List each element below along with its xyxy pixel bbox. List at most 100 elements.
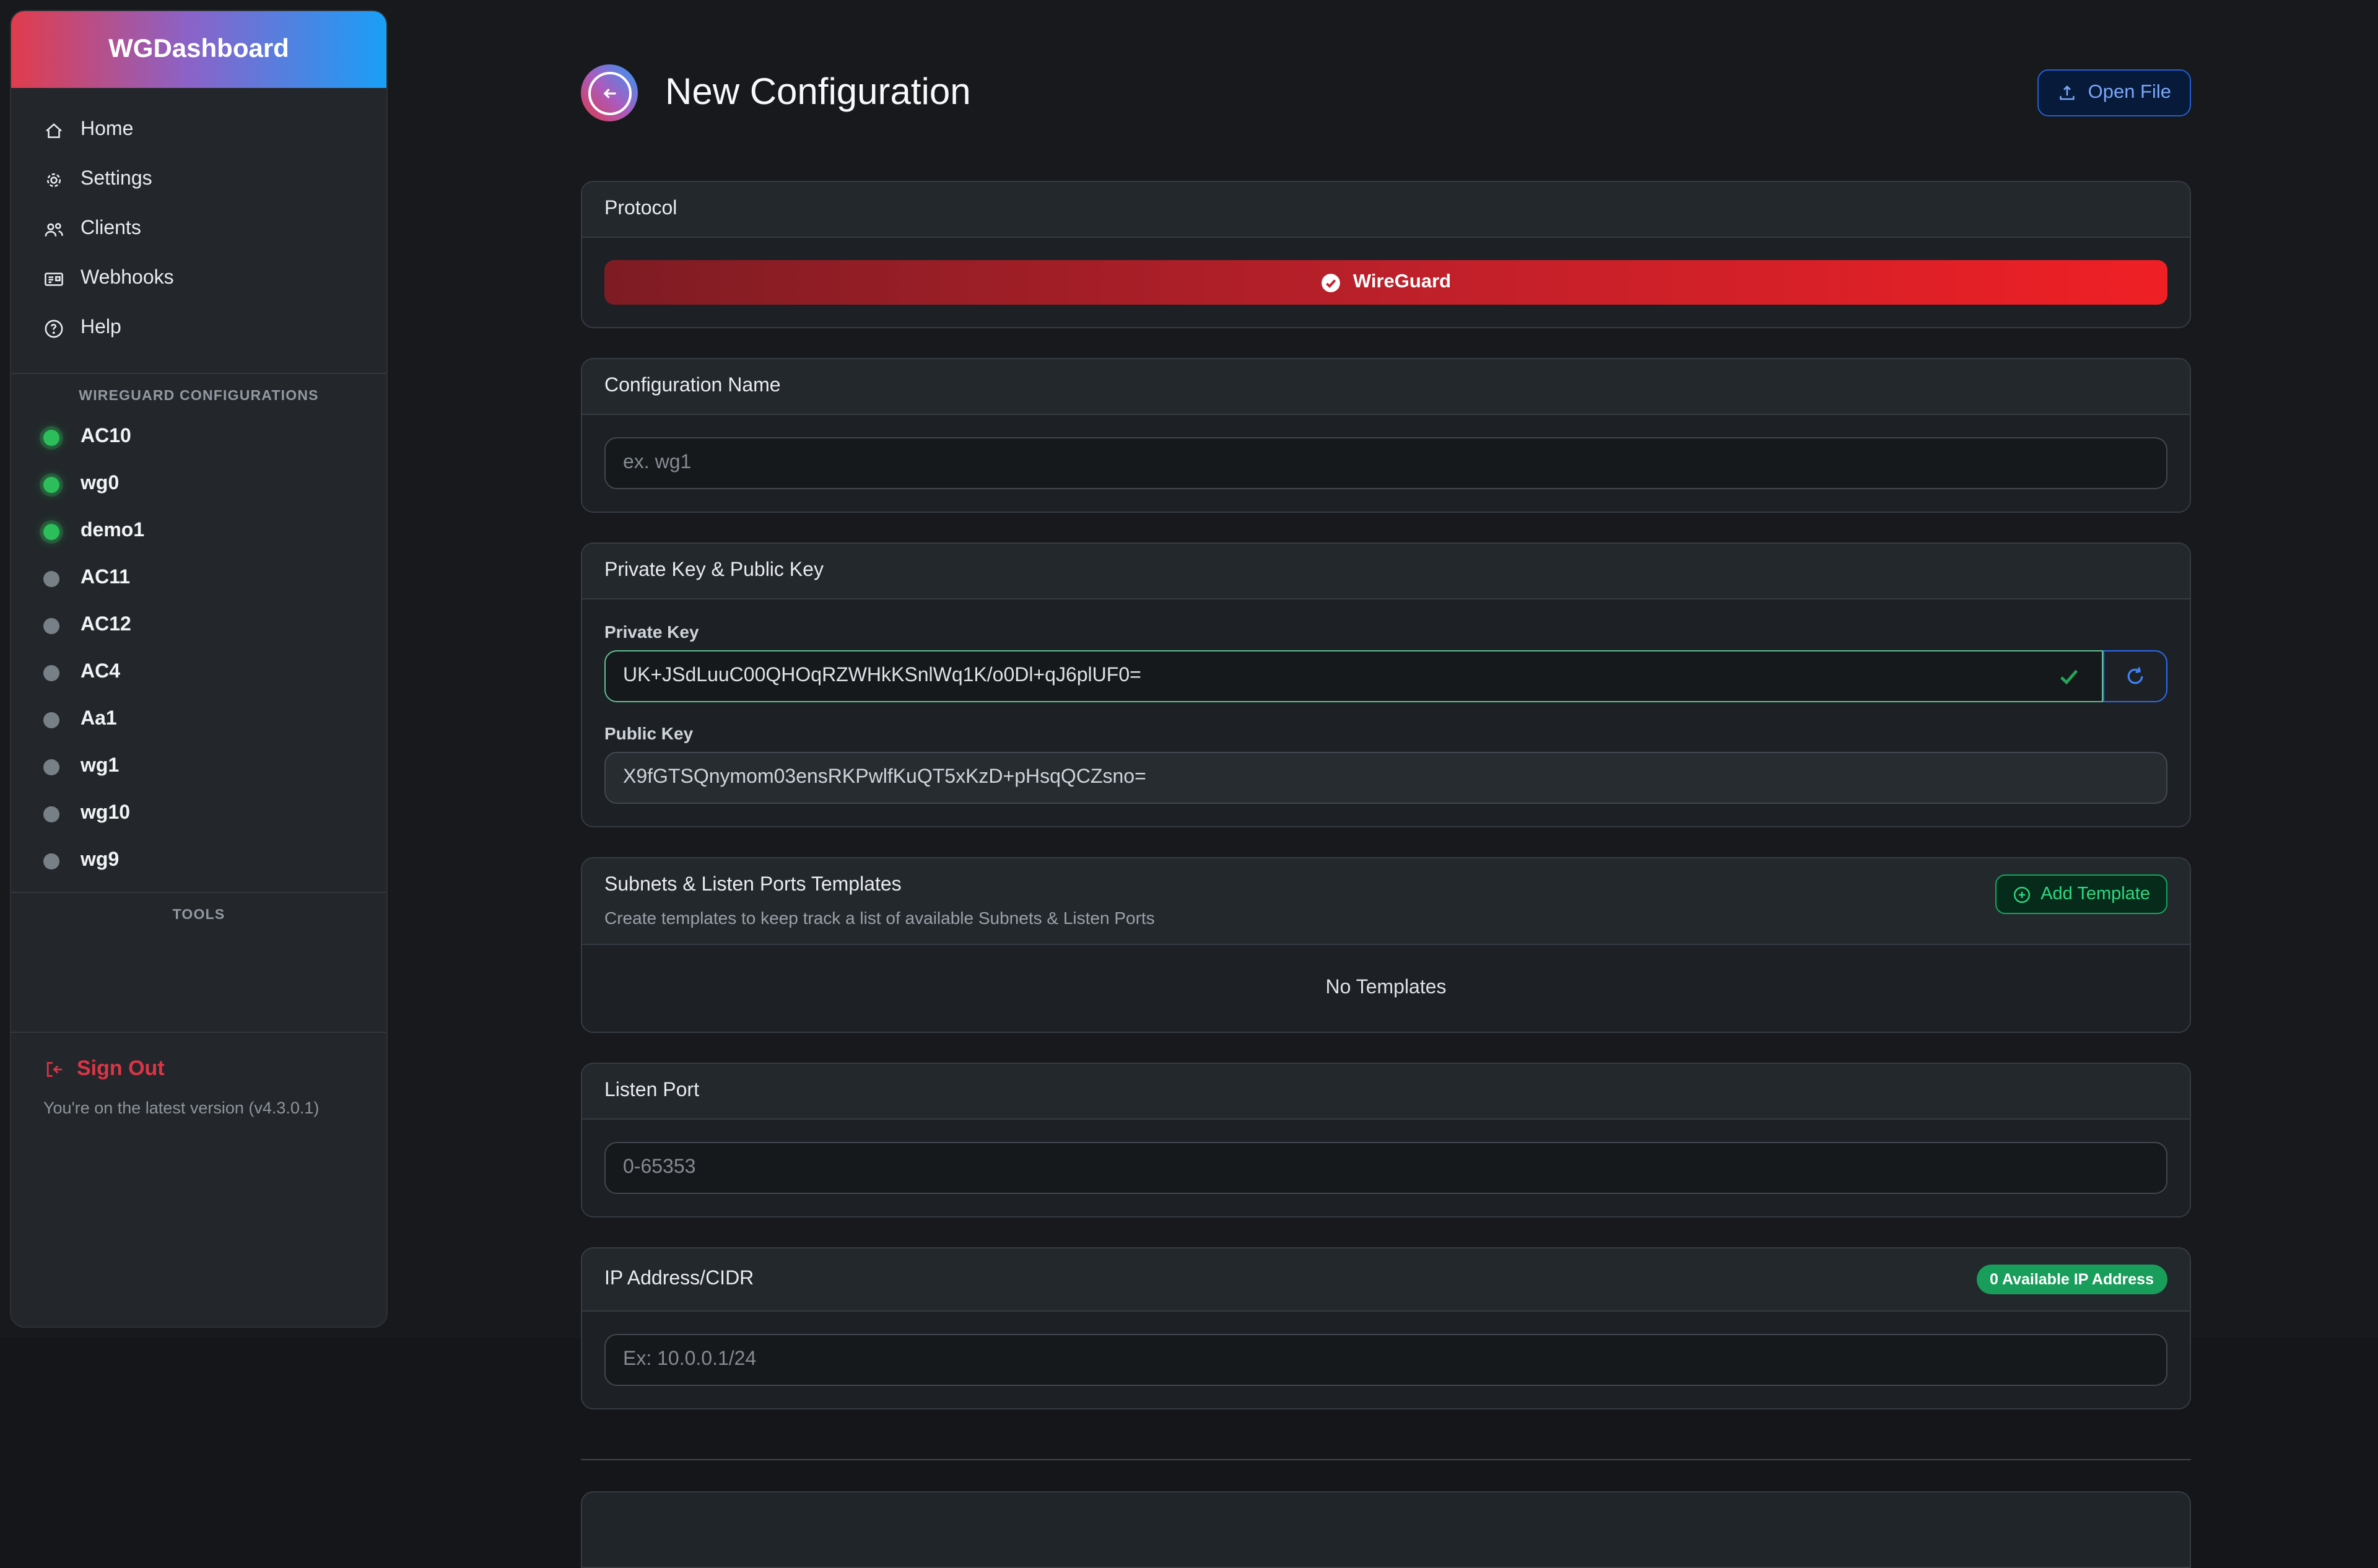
status-dot (43, 806, 59, 822)
divider (11, 892, 386, 893)
sign-out-button[interactable]: Sign Out (11, 1040, 386, 1086)
templates-card-header: Subnets & Listen Ports Templates Create … (582, 858, 2190, 945)
keys-card-body: Private Key Public Key (582, 599, 2190, 826)
status-dot (43, 853, 59, 869)
page-title: New Configuration (665, 72, 2037, 114)
configuration-name: demo1 (81, 520, 144, 542)
configuration-name-card: Configuration Name (581, 358, 2191, 513)
tool-item[interactable] (11, 987, 386, 1014)
keys-card: Private Key & Public Key Private Key Pub… (581, 542, 2191, 827)
listen-port-header: Listen Port (582, 1064, 2190, 1120)
sidebar-item-help[interactable]: Help (11, 303, 386, 353)
sidebar: WGDashboard Home Settings Clients Webhoo… (10, 10, 388, 1328)
ip-address-header: IP Address/CIDR 0 Available IP Address (582, 1248, 2190, 1312)
configuration-name: Aa1 (81, 708, 117, 731)
protocol-wireguard-button[interactable]: WireGuard (604, 260, 2167, 305)
divider (11, 1032, 386, 1033)
sidebar-item-label: Home (81, 119, 133, 141)
sidebar-item-settings[interactable]: Settings (11, 155, 386, 204)
templates-card: Subnets & Listen Ports Templates Create … (581, 857, 2191, 1033)
sidebar-item-label: Help (81, 317, 121, 339)
configuration-list: AC10 wg0 demo1 AC11 AC12 AC4 (11, 414, 386, 884)
configuration-item[interactable]: AC10 (11, 414, 386, 461)
sidebar-item-label: Clients (81, 218, 141, 240)
no-templates-text: No Templates (604, 967, 2167, 1009)
add-template-button[interactable]: Add Template (1995, 874, 2167, 914)
sidebar-item-label: Webhooks (81, 268, 174, 290)
configuration-name-input[interactable] (604, 437, 2167, 489)
open-file-button[interactable]: Open File (2037, 69, 2191, 116)
sign-out-label: Sign Out (77, 1056, 165, 1081)
status-dot (43, 617, 59, 634)
question-circle-icon (43, 318, 64, 339)
refresh-icon (2124, 665, 2146, 687)
valid-check-icon (2057, 664, 2081, 688)
configuration-name: wg9 (81, 850, 119, 872)
home-icon (43, 120, 64, 141)
configuration-item[interactable]: wg9 (11, 837, 386, 884)
configuration-name: AC4 (81, 661, 120, 684)
configuration-item[interactable]: wg1 (11, 743, 386, 790)
configuration-name-header: Configuration Name (582, 359, 2190, 415)
configuration-item[interactable]: AC12 (11, 602, 386, 649)
check-circle-icon (1321, 272, 1342, 293)
sidebar-item-label: Settings (81, 168, 152, 191)
status-dot (43, 759, 59, 775)
configuration-item[interactable]: AC11 (11, 555, 386, 602)
configuration-item[interactable]: Aa1 (11, 696, 386, 743)
divider (11, 373, 386, 374)
people-icon (43, 219, 64, 240)
configuration-name-body (582, 415, 2190, 512)
back-ring (588, 71, 631, 115)
configurations-heading: WIREGUARD CONFIGURATIONS (11, 389, 386, 404)
templates-card-title: Subnets & Listen Ports Templates (604, 874, 1155, 897)
tool-item[interactable] (11, 933, 386, 960)
sidebar-item-clients[interactable]: Clients (11, 204, 386, 254)
templates-card-subtitle: Create templates to keep track a list of… (604, 908, 1155, 928)
page-header: New Configuration Open File (581, 47, 2191, 139)
configuration-name: AC11 (81, 567, 130, 590)
plus-circle-icon (2012, 885, 2031, 904)
listen-port-input[interactable] (604, 1142, 2167, 1194)
public-key-input[interactable] (604, 752, 2167, 804)
private-key-label: Private Key (604, 622, 2167, 642)
main-nav: Home Settings Clients Webhooks Help (11, 88, 386, 365)
add-template-label: Add Template (2040, 884, 2150, 904)
back-button[interactable] (581, 64, 638, 121)
configuration-name: wg1 (81, 756, 119, 778)
configuration-name: AC10 (81, 426, 131, 448)
status-dot (43, 476, 59, 492)
templates-header-text: Subnets & Listen Ports Templates Create … (604, 874, 1155, 928)
wireguard-label: WireGuard (1353, 271, 1451, 294)
app: WGDashboard Home Settings Clients Webhoo… (0, 0, 2378, 1338)
configuration-name: wg0 (81, 473, 119, 495)
status-dot (43, 664, 59, 681)
sidebar-item-home[interactable]: Home (11, 105, 386, 155)
status-dot (43, 712, 59, 728)
listen-port-card: Listen Port (581, 1063, 2191, 1217)
gear-icon (43, 169, 64, 190)
configuration-item[interactable]: wg10 (11, 790, 386, 837)
tool-item[interactable] (11, 960, 386, 987)
sign-out-icon (43, 1058, 64, 1079)
public-key-label: Public Key (604, 723, 2167, 743)
regenerate-key-button[interactable] (2103, 650, 2168, 702)
configuration-item[interactable]: demo1 (11, 508, 386, 555)
next-card-partial (581, 1491, 2191, 1568)
postcard-icon (43, 268, 64, 289)
status-dot (43, 429, 59, 445)
open-file-label: Open File (2088, 82, 2171, 104)
private-key-input[interactable] (604, 650, 2103, 702)
status-dot (43, 570, 59, 586)
configuration-item[interactable]: AC4 (11, 649, 386, 696)
sidebar-item-webhooks[interactable]: Webhooks (11, 254, 386, 303)
section-divider (581, 1459, 2191, 1460)
configuration-name-title: Configuration Name (604, 375, 781, 398)
configuration-name: AC12 (81, 614, 131, 637)
keys-card-title: Private Key & Public Key (604, 560, 824, 582)
configuration-name: wg10 (81, 803, 130, 825)
ip-address-card: IP Address/CIDR 0 Available IP Address (581, 1247, 2191, 1409)
configuration-item[interactable]: wg0 (11, 461, 386, 508)
tools-heading: TOOLS (11, 908, 386, 923)
ip-address-input[interactable] (604, 1334, 2167, 1386)
